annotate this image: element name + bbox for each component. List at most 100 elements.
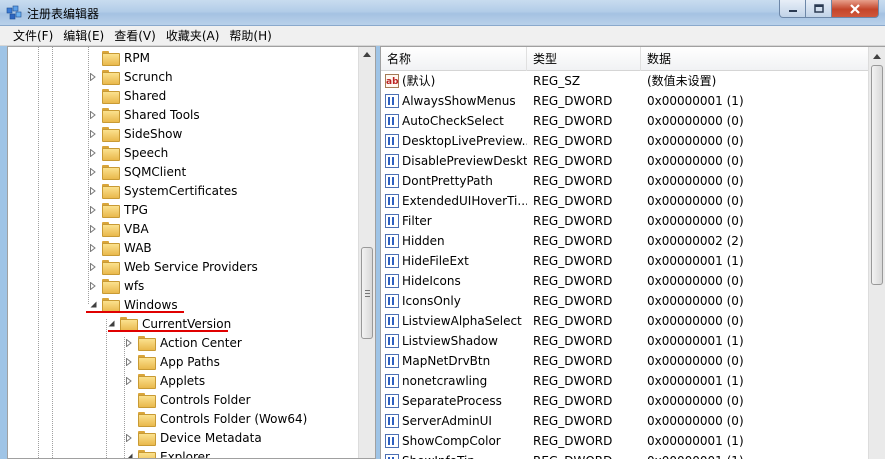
minimize-button[interactable] — [779, 0, 806, 18]
column-header-data[interactable]: 数据 — [641, 47, 861, 71]
tree-node[interactable]: Device Metadata — [124, 428, 263, 447]
expand-arrow-icon[interactable] — [88, 276, 98, 295]
tree-node[interactable]: Shared — [88, 86, 167, 105]
value-row[interactable]: Filter REG_DWORD 0x00000000 (0) — [381, 211, 869, 231]
tree-node[interactable]: Controls Folder (Wow64) — [124, 409, 308, 428]
list-scrollbar[interactable] — [868, 47, 885, 459]
tree-node-label[interactable]: WAB — [123, 241, 153, 255]
tree-node-label[interactable]: Shared Tools — [123, 108, 201, 122]
tree-node-label[interactable]: RPM — [123, 51, 151, 65]
value-row[interactable]: ShowInfoTip REG_DWORD 0x00000001 (1) — [381, 451, 869, 459]
value-row[interactable]: HideFileExt REG_DWORD 0x00000001 (1) — [381, 251, 869, 271]
menu-file[interactable]: 文件(F) — [8, 26, 58, 46]
menu-view[interactable]: 查看(V) — [109, 26, 161, 46]
value-row[interactable]: SeparateProcess REG_DWORD 0x00000000 (0) — [381, 391, 869, 411]
tree-node-label[interactable]: Controls Folder (Wow64) — [159, 412, 308, 426]
expand-arrow-icon[interactable] — [88, 238, 98, 257]
expand-arrow-icon[interactable] — [124, 428, 134, 447]
tree-node[interactable]: Action Center — [124, 333, 243, 352]
tree-node[interactable]: Explorer — [124, 447, 211, 459]
value-row[interactable]: DesktopLivePreview... REG_DWORD 0x00000000… — [381, 131, 869, 151]
value-row[interactable]: (默认) REG_SZ (数值未设置) — [381, 71, 869, 91]
list-scrollbar-thumb[interactable] — [871, 65, 883, 285]
tree-node[interactable]: WAB — [88, 238, 153, 257]
expand-arrow-icon[interactable] — [88, 257, 98, 276]
tree-node[interactable]: Web Service Providers — [88, 257, 259, 276]
tree-node-label[interactable]: SQMClient — [123, 165, 187, 179]
tree-node[interactable]: SQMClient — [88, 162, 187, 181]
value-data: 0x00000001 (1) — [647, 334, 744, 348]
value-row[interactable]: HideIcons REG_DWORD 0x00000000 (0) — [381, 271, 869, 291]
value-row[interactable]: AutoCheckSelect REG_DWORD 0x00000000 (0) — [381, 111, 869, 131]
tree-node-label[interactable]: VBA — [123, 222, 150, 236]
expand-arrow-icon[interactable] — [88, 162, 98, 181]
value-row[interactable]: Hidden REG_DWORD 0x00000002 (2) — [381, 231, 869, 251]
expand-arrow-icon[interactable] — [88, 181, 98, 200]
tree-node-label[interactable]: Scrunch — [123, 70, 174, 84]
close-button[interactable] — [832, 0, 879, 18]
menu-favorites[interactable]: 收藏夹(A) — [161, 26, 225, 46]
column-header-type[interactable]: 类型 — [527, 47, 641, 71]
tree-node[interactable]: SystemCertificates — [88, 181, 238, 200]
tree-node-label[interactable]: App Paths — [159, 355, 221, 369]
menu-edit[interactable]: 编辑(E) — [58, 26, 109, 46]
tree-node-label[interactable]: Web Service Providers — [123, 260, 259, 274]
tree-node[interactable]: Controls Folder — [124, 390, 252, 409]
value-row[interactable]: DontPrettyPath REG_DWORD 0x00000000 (0) — [381, 171, 869, 191]
tree-node-label[interactable]: Speech — [123, 146, 169, 160]
value-row[interactable]: ShowCompColor REG_DWORD 0x00000001 (1) — [381, 431, 869, 451]
expand-arrow-icon[interactable] — [88, 124, 98, 143]
scroll-up-arrow-icon[interactable] — [873, 54, 881, 59]
binary-value-icon — [385, 194, 399, 208]
value-row[interactable]: AlwaysShowMenus REG_DWORD 0x00000001 (1) — [381, 91, 869, 111]
tree-node-label[interactable]: Applets — [159, 374, 206, 388]
tree-node-label[interactable]: wfs — [123, 279, 145, 293]
tree-scrollbar[interactable] — [358, 47, 375, 458]
expand-arrow-icon[interactable] — [124, 352, 134, 371]
tree-node-label[interactable]: Action Center — [159, 336, 243, 350]
value-row[interactable]: ListviewAlphaSelect REG_DWORD 0x00000000 (… — [381, 311, 869, 331]
value-row[interactable]: ListviewShadow REG_DWORD 0x00000001 (1) — [381, 331, 869, 351]
value-row[interactable]: MapNetDrvBtn REG_DWORD 0x00000000 (0) — [381, 351, 869, 371]
tree-node[interactable]: App Paths — [124, 352, 221, 371]
scroll-up-arrow-icon[interactable] — [363, 52, 371, 57]
binary-value-icon — [385, 274, 399, 288]
tree-node-label[interactable]: Device Metadata — [159, 431, 263, 445]
expand-arrow-icon[interactable] — [124, 371, 134, 390]
tree-node[interactable]: Speech — [88, 143, 169, 162]
registry-tree[interactable]: RPM Scrunch Shared Shared Tools SideShow Spee… — [7, 46, 376, 459]
expand-arrow-icon[interactable] — [88, 143, 98, 162]
tree-node[interactable]: RPM — [88, 48, 151, 67]
tree-node[interactable]: Applets — [124, 371, 206, 390]
tree-node-label[interactable]: Windows — [123, 298, 179, 312]
tree-node-label[interactable]: SideShow — [123, 127, 183, 141]
value-row[interactable]: nonetcrawling REG_DWORD 0x00000001 (1) — [381, 371, 869, 391]
value-list[interactable]: 名称 类型 数据 (默认) REG_SZ (数值未设置) AlwaysShowMenu… — [380, 46, 885, 459]
expand-arrow-icon[interactable] — [88, 200, 98, 219]
tree-node-label[interactable]: SystemCertificates — [123, 184, 238, 198]
value-row[interactable]: ServerAdminUI REG_DWORD 0x00000000 (0) — [381, 411, 869, 431]
maximize-button[interactable] — [806, 0, 832, 18]
tree-node-label[interactable]: Shared — [123, 89, 167, 103]
expand-arrow-icon[interactable] — [88, 105, 98, 124]
tree-node[interactable]: Shared Tools — [88, 105, 201, 124]
expand-arrow-icon[interactable] — [88, 219, 98, 238]
column-header-name[interactable]: 名称 — [381, 47, 527, 71]
value-row[interactable]: DisablePreviewDeskt... REG_DWORD 0x0000000… — [381, 151, 869, 171]
value-row[interactable]: IconsOnly REG_DWORD 0x00000000 (0) — [381, 291, 869, 311]
menu-help[interactable]: 帮助(H) — [224, 26, 276, 46]
expand-arrow-icon[interactable] — [124, 333, 134, 352]
tree-scrollbar-thumb[interactable] — [361, 247, 373, 339]
tree-node-label[interactable]: Controls Folder — [159, 393, 252, 407]
tree-node[interactable]: VBA — [88, 219, 150, 238]
tree-node-label[interactable]: Explorer — [159, 450, 211, 459]
collapse-arrow-icon[interactable] — [124, 447, 134, 458]
tree-node-label[interactable]: TPG — [123, 203, 149, 217]
value-row[interactable]: ExtendedUIHoverTi... REG_DWORD 0x00000000 … — [381, 191, 869, 211]
tree-node-label[interactable]: CurrentVersion — [141, 317, 232, 331]
tree-node[interactable]: TPG — [88, 200, 149, 219]
expand-arrow-icon[interactable] — [88, 67, 98, 86]
tree-node[interactable]: Scrunch — [88, 67, 174, 86]
tree-node[interactable]: wfs — [88, 276, 145, 295]
tree-node[interactable]: SideShow — [88, 124, 183, 143]
